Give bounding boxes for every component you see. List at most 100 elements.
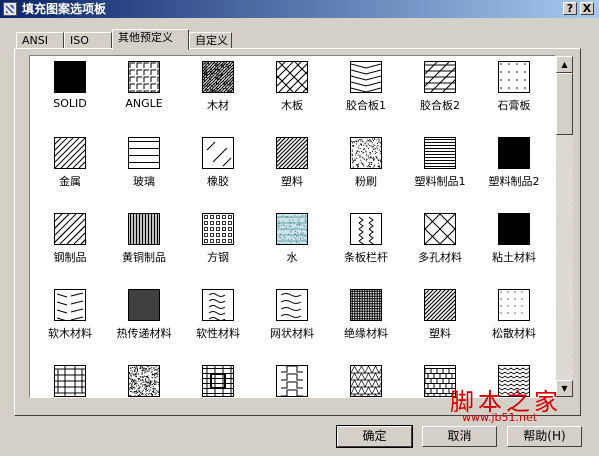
tab-iso[interactable]: ISO: [64, 32, 112, 49]
pattern-label: 软木材料: [48, 327, 92, 340]
pattern-item[interactable]: 塑料: [403, 284, 477, 360]
pattern-item[interactable]: 条板栏杆: [329, 208, 403, 284]
close-icon[interactable]: X: [580, 2, 594, 15]
pattern-preview: [500, 63, 526, 89]
pattern-preview: [204, 215, 232, 243]
pattern-item[interactable]: 软木材料: [33, 284, 107, 360]
pattern-item[interactable]: 方钢: [181, 208, 255, 284]
pattern-item[interactable]: 钢制品: [33, 208, 107, 284]
pattern-label: 金属: [59, 175, 81, 188]
pattern-label: 粉刷: [355, 175, 377, 188]
pattern-preview: [55, 138, 85, 168]
pattern-item[interactable]: 水: [255, 208, 329, 284]
pattern-label: 黄铜制品: [122, 251, 166, 264]
pattern-item[interactable]: 隔热材料: [329, 360, 403, 397]
pattern-item[interactable]: 松散材料: [477, 284, 551, 360]
pattern-preview: [351, 138, 381, 168]
pattern-label: 石膏板: [497, 99, 531, 112]
tab-other-predefined[interactable]: 其他预定义: [112, 29, 189, 50]
pattern-preview: [129, 214, 159, 244]
pattern-label: 木板: [281, 99, 303, 112]
pattern-item[interactable]: 玻璃: [107, 132, 181, 208]
pattern-item[interactable]: 胶合板1: [329, 56, 403, 132]
pattern-item[interactable]: 网状材料: [255, 284, 329, 360]
tab-ansi[interactable]: ANSI: [16, 32, 64, 49]
pattern-preview: [55, 214, 85, 244]
pattern-preview: [129, 290, 159, 320]
pattern-label: 软性材料: [196, 327, 240, 340]
window-title: 填充图案选项板: [22, 2, 107, 16]
pattern-preview: [280, 293, 302, 318]
scroll-thumb[interactable]: [556, 73, 573, 135]
pattern-preview: [55, 366, 85, 396]
pattern-preview: [277, 62, 307, 92]
pattern-preview: [499, 138, 529, 168]
help-button[interactable]: 帮助(H): [507, 426, 582, 447]
pattern-preview: [206, 141, 232, 167]
pattern-item[interactable]: 多孔材料: [403, 208, 477, 284]
vertical-scrollbar[interactable]: ▲ ▼: [556, 56, 573, 397]
pattern-swatch: [424, 289, 456, 321]
pattern-item[interactable]: 纤维材料: [255, 360, 329, 397]
help-icon[interactable]: ?: [563, 2, 577, 15]
pattern-label: 橡胶: [207, 175, 229, 188]
pattern-item[interactable]: 塑料: [255, 132, 329, 208]
pattern-swatch: [350, 289, 382, 321]
pattern-item[interactable]: 编织材料: [33, 360, 107, 397]
pattern-item[interactable]: 木材: [181, 56, 255, 132]
title-bar: 填充图案选项板 ? X: [0, 0, 599, 18]
pattern-swatch: [54, 213, 86, 245]
pattern-preview: [203, 62, 233, 92]
tab-custom[interactable]: 自定义: [189, 32, 232, 49]
pattern-preview: [55, 62, 85, 92]
pattern-item[interactable]: 粉刷: [329, 132, 403, 208]
cancel-button[interactable]: 取消: [422, 426, 497, 447]
pattern-item[interactable]: 塑料制品2: [477, 132, 551, 208]
watermark: 脚本之家 www.jb51.net: [440, 378, 590, 426]
pattern-item[interactable]: 软性材料: [181, 284, 255, 360]
pattern-preview: [358, 216, 374, 244]
pattern-swatch: [202, 61, 234, 93]
pattern-preview: [277, 214, 307, 244]
pattern-item[interactable]: 黄铜制品: [107, 208, 181, 284]
pattern-label: 玻璃: [133, 175, 155, 188]
pattern-swatch: [498, 289, 530, 321]
pattern-swatch: [424, 61, 456, 93]
pattern-item[interactable]: SOLID: [33, 56, 107, 132]
pattern-item[interactable]: 石膏板: [477, 56, 551, 132]
pattern-item[interactable]: 绝缘材料: [329, 284, 403, 360]
pattern-item[interactable]: 粘土材料: [477, 208, 551, 284]
ok-button[interactable]: 确定: [336, 425, 413, 448]
pattern-item[interactable]: 颗粒材料: [107, 360, 181, 397]
pattern-preview: [425, 214, 455, 244]
pattern-item[interactable]: 胶合板2: [403, 56, 477, 132]
pattern-label: 方钢: [207, 251, 229, 264]
pattern-preview: [351, 290, 381, 320]
pattern-preview: [203, 366, 233, 396]
pattern-swatch: [54, 289, 86, 321]
pattern-item[interactable]: 金属: [33, 132, 107, 208]
pattern-swatch: [424, 213, 456, 245]
pattern-label: 粘土材料: [492, 251, 536, 264]
pattern-item[interactable]: 木板: [255, 56, 329, 132]
pattern-swatch: [350, 213, 382, 245]
pattern-label: 热传递材料: [116, 327, 172, 340]
pattern-label: 水: [286, 251, 298, 264]
pattern-preview: [208, 293, 226, 320]
pattern-label: 网状材料: [270, 327, 314, 340]
pattern-item[interactable]: 防火材料: [181, 360, 255, 397]
pattern-item[interactable]: 橡胶: [181, 132, 255, 208]
pattern-item[interactable]: ANGLE: [107, 56, 181, 132]
pattern-label: 胶合板1: [346, 99, 386, 112]
scroll-up-button[interactable]: ▲: [556, 56, 573, 73]
pattern-swatch: [350, 61, 382, 93]
pattern-list[interactable]: SOLID ANGLE 木材 木板 胶合板1 胶合板2 石膏板 金属 玻璃 橡胶 塑料 粉刷 塑料制品1…: [29, 55, 556, 398]
pattern-label: ANGLE: [125, 97, 163, 110]
pattern-swatch: [128, 213, 160, 245]
pattern-swatch: [128, 137, 160, 169]
pattern-preview: [277, 138, 307, 168]
pattern-item[interactable]: 热传递材料: [107, 284, 181, 360]
pattern-label: 松散材料: [492, 327, 536, 340]
pattern-item[interactable]: 塑料制品1: [403, 132, 477, 208]
pattern-swatch: [128, 365, 160, 397]
